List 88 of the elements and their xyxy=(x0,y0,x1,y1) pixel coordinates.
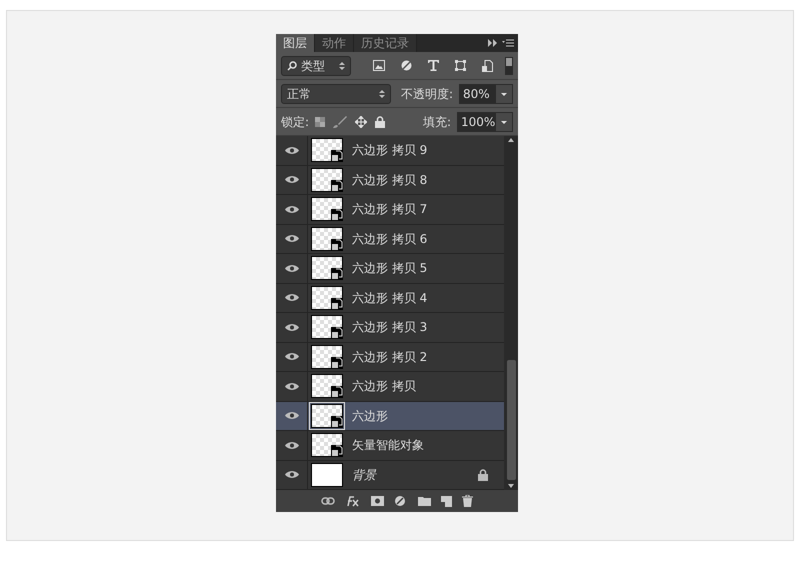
eye-icon[interactable] xyxy=(284,204,298,214)
eye-icon[interactable] xyxy=(284,234,298,244)
layer-row[interactable]: 六边形 拷贝 9 xyxy=(276,136,504,166)
panel-tab[interactable]: 动作 xyxy=(315,34,354,52)
eye-icon[interactable] xyxy=(284,322,298,332)
filter-toggle-icon[interactable] xyxy=(505,56,513,74)
layer-row[interactable]: 六边形 拷贝 2 xyxy=(276,342,504,372)
layer-row[interactable]: 六边形 xyxy=(276,402,504,431)
filter-value: 类型 xyxy=(301,58,326,74)
layer-row[interactable]: 六边形 拷贝 5 xyxy=(276,254,504,284)
lock-label: 锁定: xyxy=(281,114,310,130)
layer-row[interactable]: 六边形 拷贝 7 xyxy=(276,195,504,224)
smart-object-badge-icon xyxy=(331,150,343,162)
eye-icon[interactable] xyxy=(284,146,298,155)
folder-icon[interactable] xyxy=(418,496,431,506)
layer-name: 六边形 拷贝 4 xyxy=(352,290,428,307)
panel-tab[interactable]: 历史记录 xyxy=(354,34,417,52)
fill-label: 填充: xyxy=(422,114,451,130)
smart-object-badge-icon xyxy=(331,445,343,458)
eye-icon[interactable] xyxy=(284,264,298,273)
fill-field[interactable]: 100% xyxy=(457,112,495,132)
layer-name: 六边形 拷贝 9 xyxy=(352,142,428,160)
dropdown-icon[interactable] xyxy=(495,112,513,132)
panel-menu-icon[interactable] xyxy=(502,39,514,47)
layer-name: 六边形 拷贝 6 xyxy=(352,230,428,248)
mask-icon[interactable] xyxy=(371,496,384,506)
eye-icon[interactable] xyxy=(284,440,298,450)
move-icon[interactable] xyxy=(355,116,368,128)
opacity-field[interactable]: 80% xyxy=(459,84,495,104)
layer-name: 六边形 拷贝 8 xyxy=(352,172,428,189)
circle-icon[interactable] xyxy=(401,60,412,71)
lock-icon[interactable] xyxy=(375,116,386,128)
smart-object-badge-icon xyxy=(331,298,343,310)
expand-icon[interactable] xyxy=(488,39,498,47)
updown-icon xyxy=(339,60,345,70)
smart-object-icon[interactable] xyxy=(482,60,493,72)
dropdown-icon[interactable] xyxy=(495,84,513,104)
updown-icon xyxy=(378,88,385,98)
layer-name: 六边形 拷贝 5 xyxy=(352,260,428,278)
eye-icon[interactable] xyxy=(284,293,298,302)
new-layer-icon[interactable] xyxy=(441,496,452,506)
layer-row[interactable]: 六边形 拷贝 8 xyxy=(276,166,504,195)
layer-name: 六边形 xyxy=(352,408,389,425)
blend-mode-value: 正常 xyxy=(287,86,312,102)
smart-object-badge-icon xyxy=(331,356,343,369)
search-icon xyxy=(287,60,297,70)
effects-icon[interactable] xyxy=(345,495,361,507)
layer-row[interactable]: 背景 xyxy=(276,460,504,490)
panel-tab[interactable]: 图层 xyxy=(276,34,315,52)
brush-icon[interactable] xyxy=(333,116,348,128)
layer-row[interactable]: 矢量智能对象 xyxy=(276,431,504,460)
scrollbar-thumb[interactable] xyxy=(506,360,516,480)
blend-mode-dropdown[interactable]: 正常 xyxy=(281,84,391,104)
layer-row[interactable]: 六边形 拷贝 xyxy=(276,372,504,402)
scrollbar[interactable] xyxy=(504,136,518,490)
layer-name: 六边形 拷贝 3 xyxy=(352,319,428,336)
filter-dropdown[interactable]: 类型 xyxy=(281,56,351,76)
eye-icon[interactable] xyxy=(284,411,298,420)
scroll-up-icon[interactable] xyxy=(508,138,514,142)
smart-object-badge-icon xyxy=(331,268,343,280)
eye-icon[interactable] xyxy=(284,382,298,391)
layer-row[interactable]: 六边形 拷贝 6 xyxy=(276,224,504,254)
eye-icon[interactable] xyxy=(284,470,298,480)
layer-thumbnail xyxy=(311,462,343,487)
image-icon[interactable] xyxy=(373,60,385,71)
checker-icon[interactable] xyxy=(315,116,326,126)
transform-icon[interactable] xyxy=(455,60,466,71)
smart-object-badge-icon xyxy=(331,180,343,192)
opacity-label: 不透明度: xyxy=(400,86,453,102)
adjustment-icon[interactable] xyxy=(394,495,408,507)
link-icon[interactable] xyxy=(321,497,335,505)
layer-name: 六边形 拷贝 2 xyxy=(352,348,428,366)
scroll-down-icon[interactable] xyxy=(508,484,514,488)
layer-name: 六边形 拷贝 xyxy=(352,378,417,396)
layer-row[interactable]: 六边形 拷贝 3 xyxy=(276,313,504,342)
type-icon[interactable] xyxy=(428,60,439,71)
layer-name: 矢量智能对象 xyxy=(352,437,425,454)
smart-object-badge-icon xyxy=(331,416,343,428)
smart-object-badge-icon xyxy=(331,386,343,398)
eye-icon[interactable] xyxy=(284,175,298,184)
layer-name: 背景 xyxy=(352,466,378,484)
layer-name: 六边形 拷贝 7 xyxy=(352,201,428,218)
trash-icon[interactable] xyxy=(462,495,473,507)
eye-icon[interactable] xyxy=(284,352,298,362)
layer-row[interactable]: 六边形 拷贝 4 xyxy=(276,284,504,313)
smart-object-badge-icon xyxy=(331,209,343,222)
smart-object-badge-icon xyxy=(331,327,343,340)
smart-object-badge-icon xyxy=(331,238,343,251)
